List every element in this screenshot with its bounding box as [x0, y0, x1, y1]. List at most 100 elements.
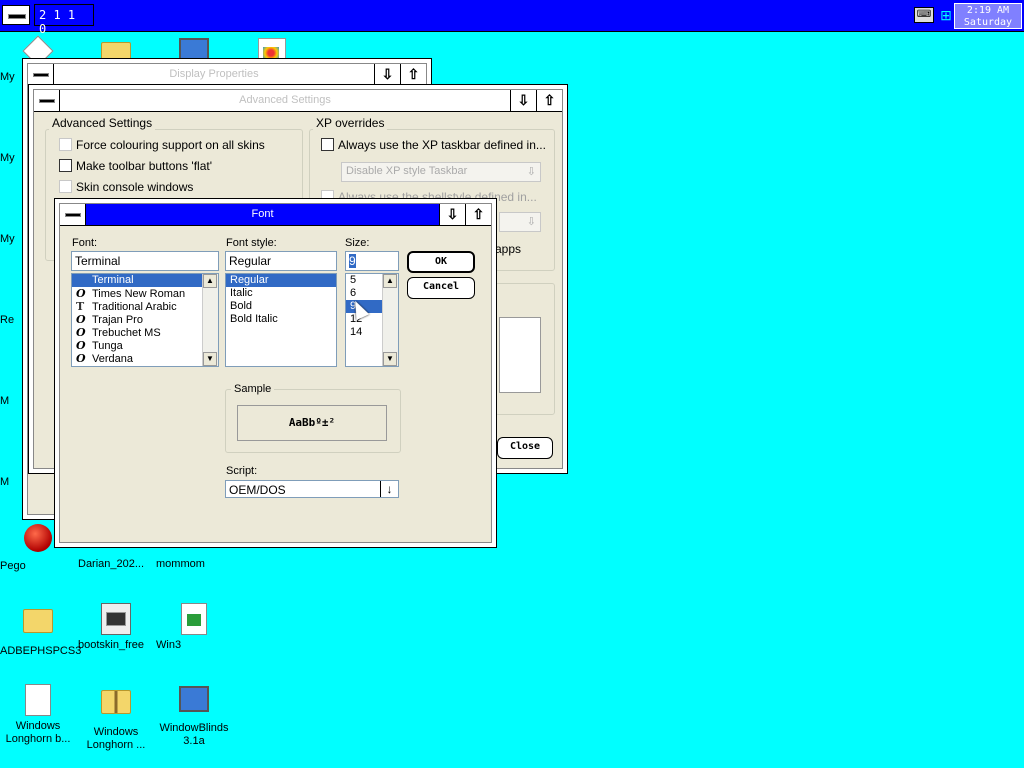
font-list-item[interactable]: O Tunga [72, 339, 218, 352]
size-list[interactable]: 5 6 9 12 14 ▲ ▼ [345, 273, 399, 367]
window-title: Display Properties [169, 68, 259, 80]
desktop-icon-label: Pego [0, 560, 26, 572]
title-bar: Advanced Settings ⇩ ⇧ [34, 90, 562, 112]
close-button[interactable]: Close [497, 437, 553, 459]
window-menu-button[interactable] [60, 204, 86, 225]
cancel-button[interactable]: Cancel [407, 277, 475, 299]
group-title: XP overrides [313, 116, 388, 130]
clock-day: Saturday [963, 17, 1013, 28]
group-title: Advanced Settings [49, 116, 156, 130]
desktop-icon-longhorn-b[interactable]: Windows Longhorn b... [0, 684, 76, 745]
font-list-item[interactable]: O Trebuchet MS [72, 326, 218, 339]
desktop-icon-label: WindowBlinds 3.1a [159, 722, 229, 747]
minimize-button[interactable]: ⇩ [374, 64, 400, 85]
bootskin-icon [100, 603, 132, 635]
font-label: Font: [72, 237, 98, 249]
ok-button[interactable]: OK [407, 251, 475, 273]
desktop-icon-label: Darian_202... [78, 558, 145, 570]
opentype-icon: O [76, 352, 86, 365]
red-ball-icon [22, 524, 54, 556]
desktop-icon-label-partial: M [0, 476, 10, 488]
desktop-icon-adbephspcs3[interactable]: ADBEPHSPCS3 [0, 603, 81, 657]
scroll-up-icon[interactable]: ▲ [203, 274, 217, 288]
font-name-input[interactable]: Terminal [71, 251, 219, 271]
window-title: Advanced Settings [239, 94, 331, 106]
minimize-button[interactable]: ⇩ [439, 204, 465, 225]
folder-icon [22, 609, 54, 641]
font-list-item[interactable]: Terminal [72, 274, 218, 287]
title-bar: Display Properties ⇩ ⇧ [28, 64, 426, 86]
preview-box [499, 317, 541, 393]
font-list[interactable]: Terminal O Times New Roman T Traditional A… [71, 273, 219, 367]
font-list-item[interactable]: T Traditional Arabic [72, 300, 218, 313]
window-menu-button[interactable] [34, 90, 60, 111]
size-input[interactable]: 9 [345, 251, 399, 271]
font-list-item[interactable]: O Trajan Pro [72, 313, 218, 326]
scroll-up-icon[interactable]: ▲ [383, 274, 397, 288]
xp-taskbar-checkbox[interactable]: Always use the XP taskbar defined in... [321, 138, 546, 152]
font-style-item[interactable]: Bold [226, 300, 336, 313]
desktop-icon-label-partial: My [0, 71, 15, 83]
font-style-item[interactable]: Bold Italic [226, 313, 336, 326]
script-label: Script: [226, 465, 258, 477]
desktop-icon-win3[interactable]: Win3 [156, 603, 232, 651]
font-style-item[interactable]: Regular [226, 274, 336, 287]
desktop-icon-label-partial: My [0, 233, 15, 245]
maximize-button[interactable]: ⇧ [536, 90, 562, 111]
desktop-icon-longhorn[interactable]: Windows Longhorn ... [78, 684, 154, 751]
scroll-down-icon[interactable]: ▼ [203, 352, 217, 366]
minimize-button[interactable]: ⇩ [510, 90, 536, 111]
skin-console-checkbox[interactable]: Skin console windows [59, 180, 193, 194]
opentype-icon: O [76, 326, 86, 339]
zip-folder-icon [100, 690, 132, 722]
font-list-item[interactable]: O Verdana [72, 352, 218, 365]
desktop-icon-label: ADBEPHSPCS3 [0, 645, 82, 657]
desktop-icon-label-partial: My [0, 152, 15, 164]
chevron-down-icon: ⇩ [526, 166, 536, 178]
taskbar-task-label[interactable]: 2 1 1 0 [34, 4, 94, 36]
script-dropdown[interactable]: OEM/DOS ↓ [225, 480, 399, 498]
font-style-input[interactable]: Regular [225, 251, 337, 271]
force-colour-checkbox[interactable]: Force colouring support on all skins [59, 138, 265, 152]
window-title: Font [251, 208, 274, 220]
flat-buttons-checkbox[interactable]: Make toolbar buttons 'flat' [59, 159, 212, 173]
font-style-list[interactable]: Regular Italic Bold Bold Italic [225, 273, 337, 367]
desktop-icon-windowblinds[interactable]: WindowBlinds 3.1a [156, 684, 232, 747]
document-icon [178, 603, 210, 635]
size-label: Size: [345, 237, 370, 249]
desktop-icon-label: Win3 [156, 639, 182, 651]
desktop-icon-label: bootskin_free [78, 639, 145, 651]
desktop-icon-bootskin[interactable]: bootskin_free [78, 603, 154, 651]
taskbar: 2 1 1 0 ⌨ ⊞ 2:19 AM Saturday [0, 0, 1024, 36]
shellstyle-dropdown[interactable]: ⇩ [499, 212, 541, 232]
network-icon[interactable]: ⊞ [938, 7, 954, 23]
opentype-icon: O [76, 287, 86, 300]
font-list-scrollbar[interactable]: ▲ ▼ [202, 274, 218, 366]
system-menu-button[interactable] [2, 5, 30, 25]
maximize-button[interactable]: ⇧ [400, 64, 426, 85]
title-bar: Font ⇩ ⇧ [60, 204, 491, 226]
desktop-icon-label-partial: M [0, 395, 10, 407]
keyboard-icon[interactable]: ⌨ [914, 7, 934, 23]
arrow-down-icon: ↓ [380, 481, 398, 497]
window-menu-button[interactable] [28, 64, 54, 85]
font-list-item[interactable]: O Times New Roman [72, 287, 218, 300]
font-style-label: Font style: [226, 237, 277, 249]
desktop-icon-label: mommom [156, 558, 205, 570]
opentype-icon: O [76, 339, 86, 352]
font-style-item[interactable]: Italic [226, 287, 336, 300]
font-dialog: Font ⇩ ⇧ Font: Terminal Terminal O Times … [54, 198, 497, 548]
chevron-down-icon: ⇩ [526, 216, 536, 228]
document-icon [22, 684, 54, 716]
clock-time: 2:19 AM [966, 5, 1010, 16]
scroll-down-icon[interactable]: ▼ [383, 352, 397, 366]
opentype-icon: O [76, 313, 86, 326]
xp-taskbar-dropdown[interactable]: Disable XP style Taskbar ⇩ [341, 162, 541, 182]
clock[interactable]: 2:19 AM Saturday [954, 3, 1022, 29]
apps-label: apps [495, 242, 522, 256]
truetype-icon: T [76, 300, 85, 313]
sample-label: Sample [231, 383, 275, 395]
computer-icon [178, 686, 210, 718]
maximize-button[interactable]: ⇧ [465, 204, 491, 225]
size-list-scrollbar[interactable]: ▲ ▼ [382, 274, 398, 366]
